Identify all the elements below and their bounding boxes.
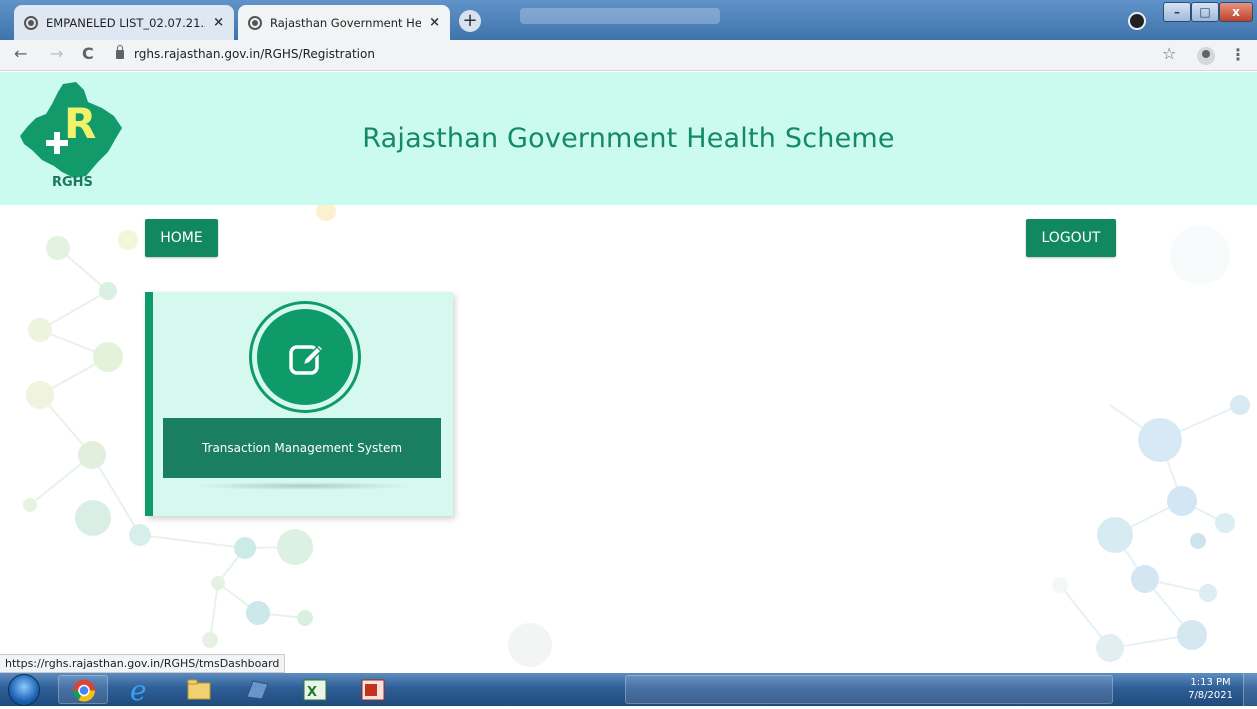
new-tab-button[interactable]: + [459, 10, 481, 32]
svg-text:X: X [307, 685, 317, 700]
show-desktop-button[interactable] [1243, 673, 1257, 706]
page-title: Rajasthan Government Health Scheme [362, 123, 895, 154]
taskbar-running-window[interactable] [625, 675, 1113, 704]
clock-time: 1:13 PM [1190, 677, 1231, 688]
address-bar: ← → C rghs.rajasthan.gov.in/RGHS/Registr… [0, 40, 1257, 71]
browser-menu-icon[interactable]: ⋮ [1230, 45, 1246, 64]
tab-title: Rajasthan Government Health Sc [270, 15, 422, 30]
tab-close-icon[interactable]: × [213, 15, 224, 30]
svg-text:e: e [130, 675, 147, 704]
access-icon[interactable] [348, 675, 398, 704]
card-button-shadow [193, 482, 413, 490]
home-button[interactable]: HOME [145, 219, 218, 257]
tab-title: EMPANELED LIST_02.07.21.xlsx [46, 15, 205, 30]
logout-button[interactable]: LOGOUT [1026, 219, 1116, 257]
tab-empaneled-list[interactable]: EMPANELED LIST_02.07.21.xlsx × [14, 5, 234, 40]
media-player-icon[interactable] [232, 675, 282, 704]
back-button[interactable]: ← [14, 44, 27, 63]
minimize-button[interactable]: – [1163, 2, 1191, 22]
lock-icon[interactable] [116, 45, 124, 59]
tab-close-icon[interactable]: × [429, 15, 440, 30]
page-content: R RGHS Rajasthan Government Health Schem… [0, 72, 1257, 672]
clock-date: 7/8/2021 [1188, 690, 1233, 701]
background-window-title [520, 8, 720, 24]
system-clock[interactable]: 1:13 PM 7/8/2021 [1188, 676, 1233, 702]
site-header: R RGHS Rajasthan Government Health Schem… [0, 72, 1257, 205]
file-explorer-icon[interactable] [174, 675, 224, 704]
internet-explorer-icon[interactable]: e [116, 674, 166, 707]
maximize-button[interactable]: □ [1191, 2, 1219, 22]
windows-taskbar: e X 1:13 PM 7/8/2021 [0, 673, 1257, 707]
excel-icon[interactable]: X [290, 675, 340, 704]
edit-icon [289, 343, 325, 375]
forward-button[interactable]: → [50, 44, 63, 63]
globe-icon [248, 15, 262, 30]
transaction-management-button[interactable]: Transaction Management System [163, 418, 441, 478]
profile-icon[interactable] [1128, 12, 1146, 30]
card-icon-circle [252, 304, 358, 410]
reload-button[interactable]: C [82, 44, 94, 63]
browser-tab-strip: EMPANELED LIST_02.07.21.xlsx × Rajasthan… [0, 0, 1257, 40]
windows-start-icon[interactable] [8, 674, 40, 706]
link-status-bar: https://rghs.rajasthan.gov.in/RGHS/tmsDa… [0, 654, 286, 673]
logo-text: RGHS [52, 175, 93, 190]
chrome-icon[interactable] [58, 675, 108, 704]
bookmark-star-icon[interactable]: ☆ [1162, 44, 1176, 63]
close-window-button[interactable]: x [1219, 2, 1253, 22]
tab-rghs[interactable]: Rajasthan Government Health Sc × [238, 5, 450, 40]
globe-icon [24, 15, 38, 30]
url-field[interactable]: rghs.rajasthan.gov.in/RGHS/Registration [134, 47, 375, 61]
transaction-management-card[interactable]: Transaction Management System [145, 292, 453, 516]
account-icon[interactable] [1197, 47, 1215, 65]
